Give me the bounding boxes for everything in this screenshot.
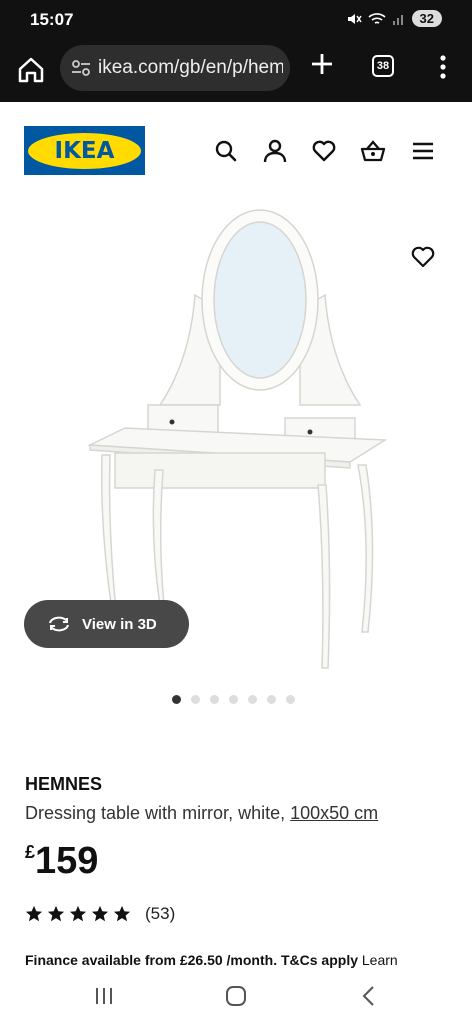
finance-info: Finance available from £26.50 /month. T&…: [25, 952, 445, 968]
ikea-logo[interactable]: IKEA: [24, 126, 145, 175]
basket-icon[interactable]: [360, 138, 386, 164]
browser-toolbar: ikea.com/gb/en/p/hemnes 38: [0, 40, 472, 102]
star-icon: [25, 905, 43, 922]
carousel-dot[interactable]: [191, 695, 200, 704]
site-settings-icon[interactable]: [70, 57, 92, 79]
product-description: Dressing table with mirror, white, 100x5…: [25, 803, 378, 824]
product-description-text: Dressing table with mirror, white,: [25, 803, 286, 823]
price-amount: 159: [35, 840, 99, 882]
star-icon: [91, 905, 109, 922]
product-price: £159: [25, 840, 98, 883]
carousel-dot[interactable]: [229, 695, 238, 704]
logo-text: IKEA: [54, 137, 115, 164]
star-icon: [69, 905, 87, 922]
system-navigation-bar: [0, 968, 472, 1024]
finance-learn-link[interactable]: Learn: [362, 952, 398, 968]
product-size-link[interactable]: 100x50 cm: [290, 803, 378, 823]
product-name: HEMNES: [25, 774, 103, 794]
status-time: 15:07: [30, 10, 74, 29]
signal-icon: [392, 14, 403, 25]
image-carousel-dots: [172, 695, 295, 704]
star-icon: [113, 905, 131, 922]
home-icon[interactable]: [14, 53, 48, 87]
home-button-icon[interactable]: [224, 984, 248, 1008]
carousel-dot[interactable]: [248, 695, 257, 704]
status-icons: 32: [346, 10, 442, 27]
carousel-dot[interactable]: [267, 695, 276, 704]
back-icon[interactable]: [357, 984, 381, 1008]
recent-apps-icon[interactable]: [92, 984, 116, 1008]
more-menu-icon[interactable]: [433, 52, 453, 82]
url-text[interactable]: ikea.com/gb/en/p/hemnes: [98, 57, 283, 79]
new-tab-icon[interactable]: [308, 50, 336, 78]
product-rating[interactable]: (53): [25, 904, 175, 924]
tab-switcher-button[interactable]: 38: [372, 55, 394, 77]
review-count: (53): [145, 904, 176, 923]
finance-text: Finance available from £26.50 /month. T&…: [25, 952, 358, 968]
address-bar[interactable]: ikea.com/gb/en/p/hemnes: [60, 45, 290, 91]
save-to-favourites-icon[interactable]: [410, 244, 436, 270]
price-currency: £: [25, 842, 36, 862]
search-icon[interactable]: [213, 138, 239, 164]
view-in-3d-label: View in 3D: [82, 615, 157, 633]
account-icon[interactable]: [262, 138, 288, 164]
carousel-dot[interactable]: [286, 695, 295, 704]
view-in-3d-button[interactable]: View in 3D: [24, 600, 189, 648]
mute-icon: [347, 13, 362, 24]
wifi-icon: [367, 12, 386, 24]
star-icon: [47, 905, 65, 922]
battery-indicator: 32: [411, 10, 442, 27]
status-bar: 15:07 32: [0, 0, 472, 40]
logo-oval: IKEA: [28, 132, 141, 169]
carousel-dot[interactable]: [210, 695, 219, 704]
carousel-dot[interactable]: [172, 695, 181, 704]
menu-icon[interactable]: [410, 138, 436, 164]
wishlist-icon[interactable]: [311, 138, 337, 164]
rotate-3d-icon: [49, 616, 69, 632]
